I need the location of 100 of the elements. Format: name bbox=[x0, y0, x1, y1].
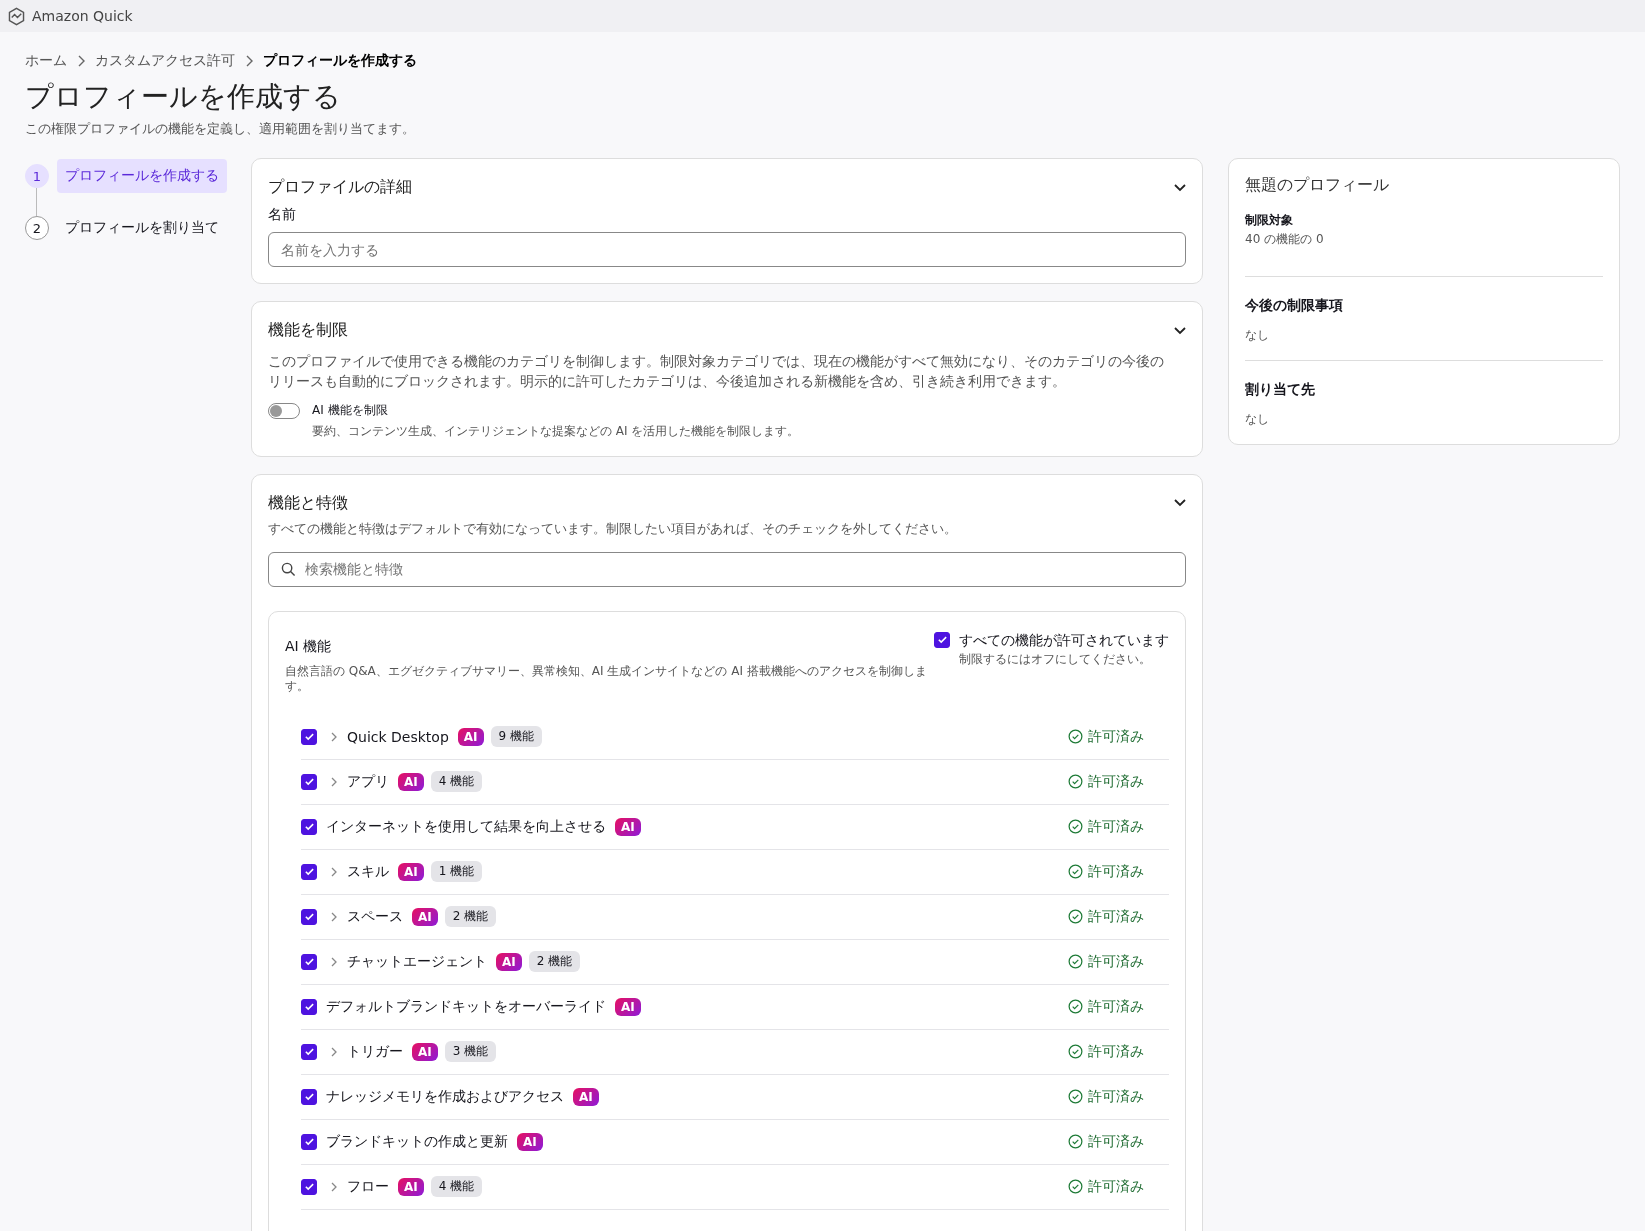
ai-badge: AI bbox=[457, 727, 484, 746]
checkbox[interactable] bbox=[301, 818, 317, 835]
check-circle-icon bbox=[1068, 729, 1083, 745]
feature-label: フロー bbox=[347, 1177, 389, 1196]
toggle-label: AI 機能を制限 bbox=[312, 401, 389, 419]
check-circle-icon bbox=[1068, 1089, 1083, 1105]
checkbox[interactable] bbox=[934, 631, 950, 648]
section-title: 機能を制限 bbox=[268, 320, 348, 341]
summary-heading: 今後の制限事項 bbox=[1245, 297, 1344, 315]
status-label: 許可済み bbox=[1088, 772, 1144, 791]
expand-chevron-icon[interactable] bbox=[331, 911, 337, 922]
check-circle-icon bbox=[1068, 909, 1083, 925]
expand-chevron-icon[interactable] bbox=[331, 731, 337, 742]
search-icon bbox=[281, 561, 296, 577]
status-label: 許可済み bbox=[1088, 817, 1144, 836]
checkmark-icon bbox=[303, 1046, 315, 1058]
checkbox[interactable] bbox=[301, 953, 317, 970]
checkmark-icon bbox=[936, 634, 948, 646]
app-name: Amazon Quick bbox=[32, 8, 133, 24]
status-label: 許可済み bbox=[1088, 952, 1144, 971]
expand-chevron-icon[interactable] bbox=[331, 1181, 337, 1192]
checkbox[interactable] bbox=[301, 908, 317, 925]
step-link[interactable]: プロフィールを作成する bbox=[57, 159, 227, 193]
expand-chevron-icon[interactable] bbox=[331, 1046, 337, 1057]
step-number: 2 bbox=[25, 216, 49, 240]
checkbox[interactable] bbox=[301, 1178, 317, 1195]
section-title: 機能と特徴 bbox=[268, 492, 348, 514]
checkmark-icon bbox=[303, 776, 315, 788]
checkbox[interactable] bbox=[301, 863, 317, 880]
checkbox-label: すべての機能が許可されています bbox=[959, 631, 1169, 650]
search-field[interactable]: 検索機能と特徴 bbox=[268, 551, 1186, 587]
status-label: 許可済み bbox=[1088, 1177, 1144, 1196]
summary-value: なし bbox=[1245, 327, 1270, 344]
checkbox-hint: 制限するにはオフにしてください。 bbox=[959, 650, 1152, 668]
name-input[interactable]: 名前を入力する bbox=[268, 232, 1186, 267]
count-badge: 2 機能 bbox=[528, 951, 581, 973]
checkbox[interactable] bbox=[301, 728, 317, 745]
breadcrumb-link[interactable]: カスタムアクセス許可 bbox=[95, 52, 235, 70]
ai-badge: AI bbox=[398, 862, 424, 881]
summary-heading: 制限対象 bbox=[1245, 212, 1294, 229]
checkbox[interactable] bbox=[301, 998, 317, 1015]
checkbox[interactable] bbox=[301, 1133, 317, 1150]
checkmark-icon bbox=[303, 731, 315, 743]
count-badge: 9 機能 bbox=[490, 726, 542, 748]
checkmark-icon bbox=[303, 1136, 315, 1148]
expand-chevron-icon[interactable] bbox=[331, 776, 337, 787]
feature-label: トリガー bbox=[347, 1042, 403, 1061]
ai-badge: AI bbox=[398, 772, 424, 791]
ai-badge: AI bbox=[496, 952, 522, 971]
check-circle-icon bbox=[1068, 1179, 1083, 1195]
chevron-right-icon bbox=[245, 55, 253, 67]
section-title: プロファイルの詳細 bbox=[268, 177, 412, 198]
checkmark-icon bbox=[303, 956, 315, 968]
checkmark-icon bbox=[303, 1091, 315, 1103]
count-badge: 1 機能 bbox=[430, 861, 483, 883]
ai-badge: AI bbox=[398, 1177, 424, 1196]
page-description: この権限プロファイルの機能を定義し、適用範囲を割り当てます。 bbox=[25, 120, 416, 138]
feature-label: チャットエージェント bbox=[347, 952, 487, 971]
field-label: 名前 bbox=[268, 206, 297, 224]
chevron-icon[interactable] bbox=[1174, 499, 1186, 508]
ai-badge: AI bbox=[412, 1042, 438, 1061]
step-number: 1 bbox=[25, 164, 49, 188]
ai-badge: AI bbox=[517, 1132, 543, 1151]
ai-badge: AI bbox=[412, 907, 438, 926]
feature-label: デフォルトブランドキットをオーバーライド bbox=[326, 997, 606, 1016]
ai-badge: AI bbox=[615, 817, 641, 836]
group-title: AI 機能 bbox=[285, 637, 333, 656]
status-label: 許可済み bbox=[1088, 1042, 1144, 1061]
checkbox[interactable] bbox=[301, 1088, 317, 1105]
checkmark-icon bbox=[303, 1001, 315, 1013]
count-badge: 3 機能 bbox=[444, 1041, 497, 1063]
check-circle-icon bbox=[1068, 774, 1083, 790]
status-label: 許可済み bbox=[1088, 997, 1144, 1016]
feature-label: アプリ bbox=[347, 772, 389, 791]
check-circle-icon bbox=[1068, 954, 1083, 970]
check-circle-icon bbox=[1068, 1044, 1083, 1060]
summary-title: 無題のプロフィール bbox=[1245, 175, 1390, 196]
checkbox[interactable] bbox=[301, 773, 317, 790]
status-label: 許可済み bbox=[1088, 862, 1144, 881]
feature-label: スキル bbox=[347, 862, 389, 881]
feature-label: ブランドキットの作成と更新 bbox=[326, 1132, 508, 1151]
summary-value: なし bbox=[1245, 411, 1270, 428]
checkmark-icon bbox=[303, 821, 315, 833]
status-label: 許可済み bbox=[1088, 727, 1144, 746]
count-badge: 2 機能 bbox=[444, 906, 497, 928]
expand-chevron-icon[interactable] bbox=[331, 956, 337, 967]
status-label: 許可済み bbox=[1088, 1132, 1144, 1151]
chevron-icon[interactable] bbox=[1174, 326, 1186, 335]
group-description: 自然言語の Q&A、エグゼクティブサマリー、異常検知、AI 生成インサイトなどの AI 搭載機能へのアクセスを制御します。 bbox=[285, 663, 928, 695]
expand-chevron-icon[interactable] bbox=[331, 866, 337, 877]
step-link[interactable]: プロフィールを割り当て bbox=[57, 211, 227, 245]
check-circle-icon bbox=[1068, 819, 1083, 835]
page-title: プロフィールを作成する bbox=[25, 79, 342, 115]
summary-value: 40 の機能の 0 bbox=[1245, 231, 1325, 248]
summary-heading: 割り当て先 bbox=[1245, 381, 1316, 399]
feature-label: ナレッジメモリを作成およびアクセス bbox=[326, 1087, 564, 1106]
checkbox[interactable] bbox=[301, 1043, 317, 1060]
chevron-icon[interactable] bbox=[1174, 183, 1186, 192]
ai-badge: AI bbox=[615, 997, 641, 1016]
breadcrumb-link[interactable]: ホーム bbox=[25, 52, 67, 70]
